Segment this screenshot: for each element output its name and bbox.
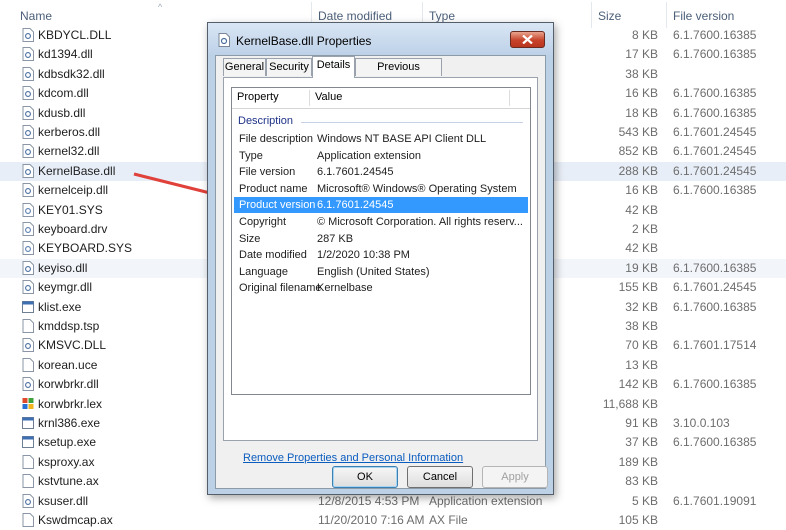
property-row[interactable]: Product version 6.1.7601.24545 <box>234 197 528 214</box>
remove-properties-link[interactable]: Remove Properties and Personal Informati… <box>243 452 463 464</box>
property-value: Windows NT BASE API Client DLL <box>317 133 487 145</box>
property-name: Type <box>239 149 263 162</box>
property-name: Size <box>239 232 261 245</box>
property-list[interactable]: Property Value Description File descript… <box>231 87 531 395</box>
property-row[interactable]: File description Windows NT BASE API Clie… <box>234 131 528 147</box>
property-value: Microsoft® Windows® Operating System <box>317 182 517 195</box>
tab-previous-versions[interactable]: Previous Versions <box>355 58 442 90</box>
dialog-title: KernelBase.dll Properties <box>236 34 372 48</box>
cancel-button[interactable]: Cancel <box>407 466 473 488</box>
dialog-titlebar[interactable]: KernelBase.dll Properties <box>208 23 553 55</box>
property-name: Date modified <box>239 249 307 262</box>
close-icon <box>522 35 533 44</box>
property-value: 287 KB <box>317 232 354 245</box>
property-name: Language <box>239 265 288 278</box>
property-name: File description <box>239 133 313 145</box>
property-value: 6.1.7601.24545 <box>317 199 394 212</box>
property-row[interactable]: Product name Microsoft® Windows® Operatin… <box>234 181 528 197</box>
property-value: © Microsoft Corporation. All rights rese… <box>317 216 523 228</box>
property-value: English (United States) <box>317 265 430 278</box>
property-name: Original filename <box>239 282 322 295</box>
tab-details[interactable]: Details <box>312 56 355 78</box>
header-value[interactable]: Value <box>315 91 342 103</box>
details-tab-pane: Property Value Description File descript… <box>223 77 538 464</box>
property-row[interactable]: Size 287 KB <box>234 231 528 247</box>
property-row[interactable]: Language English (United States) <box>234 264 528 280</box>
property-value: 1/2/2020 10:38 PM <box>317 249 410 262</box>
property-value: Kernelbase <box>317 282 373 295</box>
property-list-header: Property Value <box>232 88 530 109</box>
property-value: 6.1.7601.24545 <box>317 166 394 179</box>
property-name: File version <box>239 166 296 179</box>
property-row[interactable]: Type Application extension <box>234 148 528 164</box>
header-divider[interactable] <box>509 90 510 106</box>
dll-file-icon <box>218 33 230 47</box>
close-button[interactable] <box>510 31 545 48</box>
dialog-client-area: General Security Details Previous Versio… <box>215 55 548 489</box>
property-row[interactable]: Date modified 1/2/2020 10:38 PM <box>234 247 528 263</box>
apply-button[interactable]: Apply <box>482 466 548 488</box>
tab-general[interactable]: General <box>223 58 266 76</box>
group-description: Description <box>238 115 294 127</box>
property-row[interactable]: Copyright © Microsoft Corporation. All ri… <box>234 214 528 230</box>
property-value: Application extension <box>317 149 421 162</box>
ok-button[interactable]: OK <box>332 466 398 488</box>
tab-security[interactable]: Security <box>266 58 312 76</box>
group-divider <box>301 122 523 123</box>
header-property[interactable]: Property <box>237 91 279 103</box>
property-name: Product name <box>239 182 308 195</box>
property-name: Copyright <box>239 216 287 228</box>
property-row[interactable]: Original filename Kernelbase <box>234 280 528 296</box>
property-row[interactable]: File version 6.1.7601.24545 <box>234 164 528 180</box>
header-divider[interactable] <box>309 90 310 106</box>
properties-dialog: KernelBase.dll Properties General Securi… <box>207 22 554 495</box>
property-name: Product version <box>239 199 316 212</box>
